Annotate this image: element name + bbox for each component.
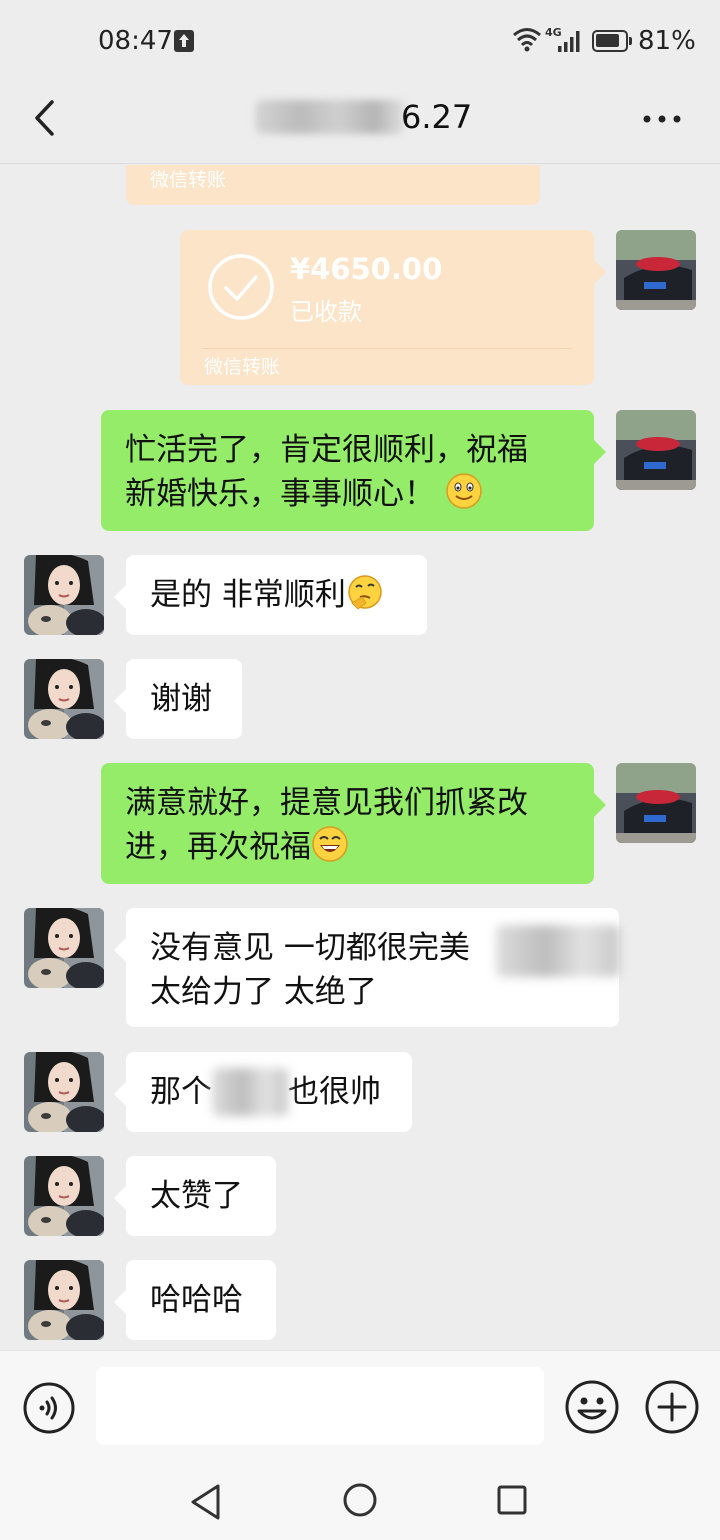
title-redacted-blur [255, 100, 405, 134]
check-circle-icon [208, 254, 274, 320]
thinking-emoji-icon [348, 575, 382, 610]
my-avatar[interactable] [616, 230, 696, 310]
battery-percent: 81% [638, 26, 696, 56]
signal-icon [558, 31, 580, 52]
chat-header: 6.27 [0, 80, 720, 164]
chat-title: 6.27 [255, 96, 472, 140]
message-text: 太赞了 [150, 1178, 243, 1214]
smile-emoji-icon [446, 473, 482, 509]
message-text-line: 进，再次祝福 [125, 825, 570, 869]
status-time: 08:47 [98, 26, 173, 56]
transfer-amount: ¥4650.00 [290, 252, 443, 286]
system-nav-bar [0, 1460, 720, 1540]
message-bubble-sent[interactable]: 满意就好，提意见我们抓紧改 进，再次祝福 [101, 763, 606, 884]
message-bubble-received[interactable]: 太赞了 [114, 1156, 276, 1236]
contact-avatar[interactable] [24, 1052, 104, 1132]
chat-title-suffix: 6.27 [401, 98, 473, 136]
battery-icon [592, 30, 632, 52]
contact-avatar[interactable] [24, 555, 104, 635]
message-text-line: 新婚快乐，事事顺心！ [125, 472, 570, 516]
my-avatar[interactable] [616, 763, 696, 843]
redacted-blur [212, 1068, 288, 1116]
message-text: 也很帅 [288, 1074, 381, 1110]
message-text: 新婚快乐，事事顺心！ [125, 476, 435, 512]
chat-message-list[interactable]: 微信转账 ¥4650.00 已收款 微信转账 忙活完了，肯定很顺利，祝福 新婚快… [0, 165, 720, 1350]
message-text-line: 满意就好，提意见我们抓紧改 [125, 785, 528, 821]
message-text: 谢谢 [150, 681, 212, 717]
contact-avatar[interactable] [24, 1260, 104, 1340]
message-bubble-received[interactable]: 是的 非常顺利 [114, 555, 427, 635]
emoji-icon[interactable] [564, 1379, 620, 1435]
message-text: 哈哈哈 [150, 1282, 243, 1318]
voice-icon[interactable] [22, 1381, 76, 1435]
message-bubble-received[interactable]: 哈哈哈 [114, 1260, 276, 1340]
contact-avatar[interactable] [24, 908, 104, 988]
transfer-label: 微信转账 [150, 169, 227, 191]
back-icon[interactable] [30, 98, 60, 138]
input-bar [0, 1350, 720, 1460]
message-text: 那个 [150, 1074, 212, 1110]
grin-emoji-icon [312, 826, 348, 862]
contact-avatar[interactable] [24, 1156, 104, 1236]
message-text: 是的 非常顺利 [150, 577, 346, 613]
message-text-line: 忙活完了，肯定很顺利，祝福 [125, 432, 528, 468]
nav-back-icon[interactable] [188, 1482, 224, 1522]
my-avatar[interactable] [616, 410, 696, 490]
transfer-card[interactable]: 微信转账 [126, 165, 540, 205]
nav-recent-icon[interactable] [496, 1484, 528, 1516]
nav-home-icon[interactable] [342, 1482, 378, 1518]
plus-icon[interactable] [644, 1379, 700, 1435]
status-bar: 08:47 4G 81% [0, 0, 720, 80]
transfer-status: 已收款 [290, 298, 362, 326]
message-text: 进，再次祝福 [125, 829, 311, 865]
transfer-divider [202, 348, 572, 349]
more-icon[interactable] [642, 114, 682, 124]
message-input[interactable] [96, 1367, 544, 1445]
upload-icon [174, 30, 194, 52]
transfer-label: 微信转账 [204, 356, 281, 378]
message-bubble-sent[interactable]: 忙活完了，肯定很顺利，祝福 新婚快乐，事事顺心！ [101, 410, 606, 531]
message-bubble-received[interactable]: 谢谢 [114, 659, 242, 739]
contact-avatar[interactable] [24, 659, 104, 739]
wifi-icon [513, 28, 541, 52]
transfer-card[interactable]: ¥4650.00 已收款 微信转账 [180, 230, 606, 385]
redacted-blur [496, 925, 620, 977]
